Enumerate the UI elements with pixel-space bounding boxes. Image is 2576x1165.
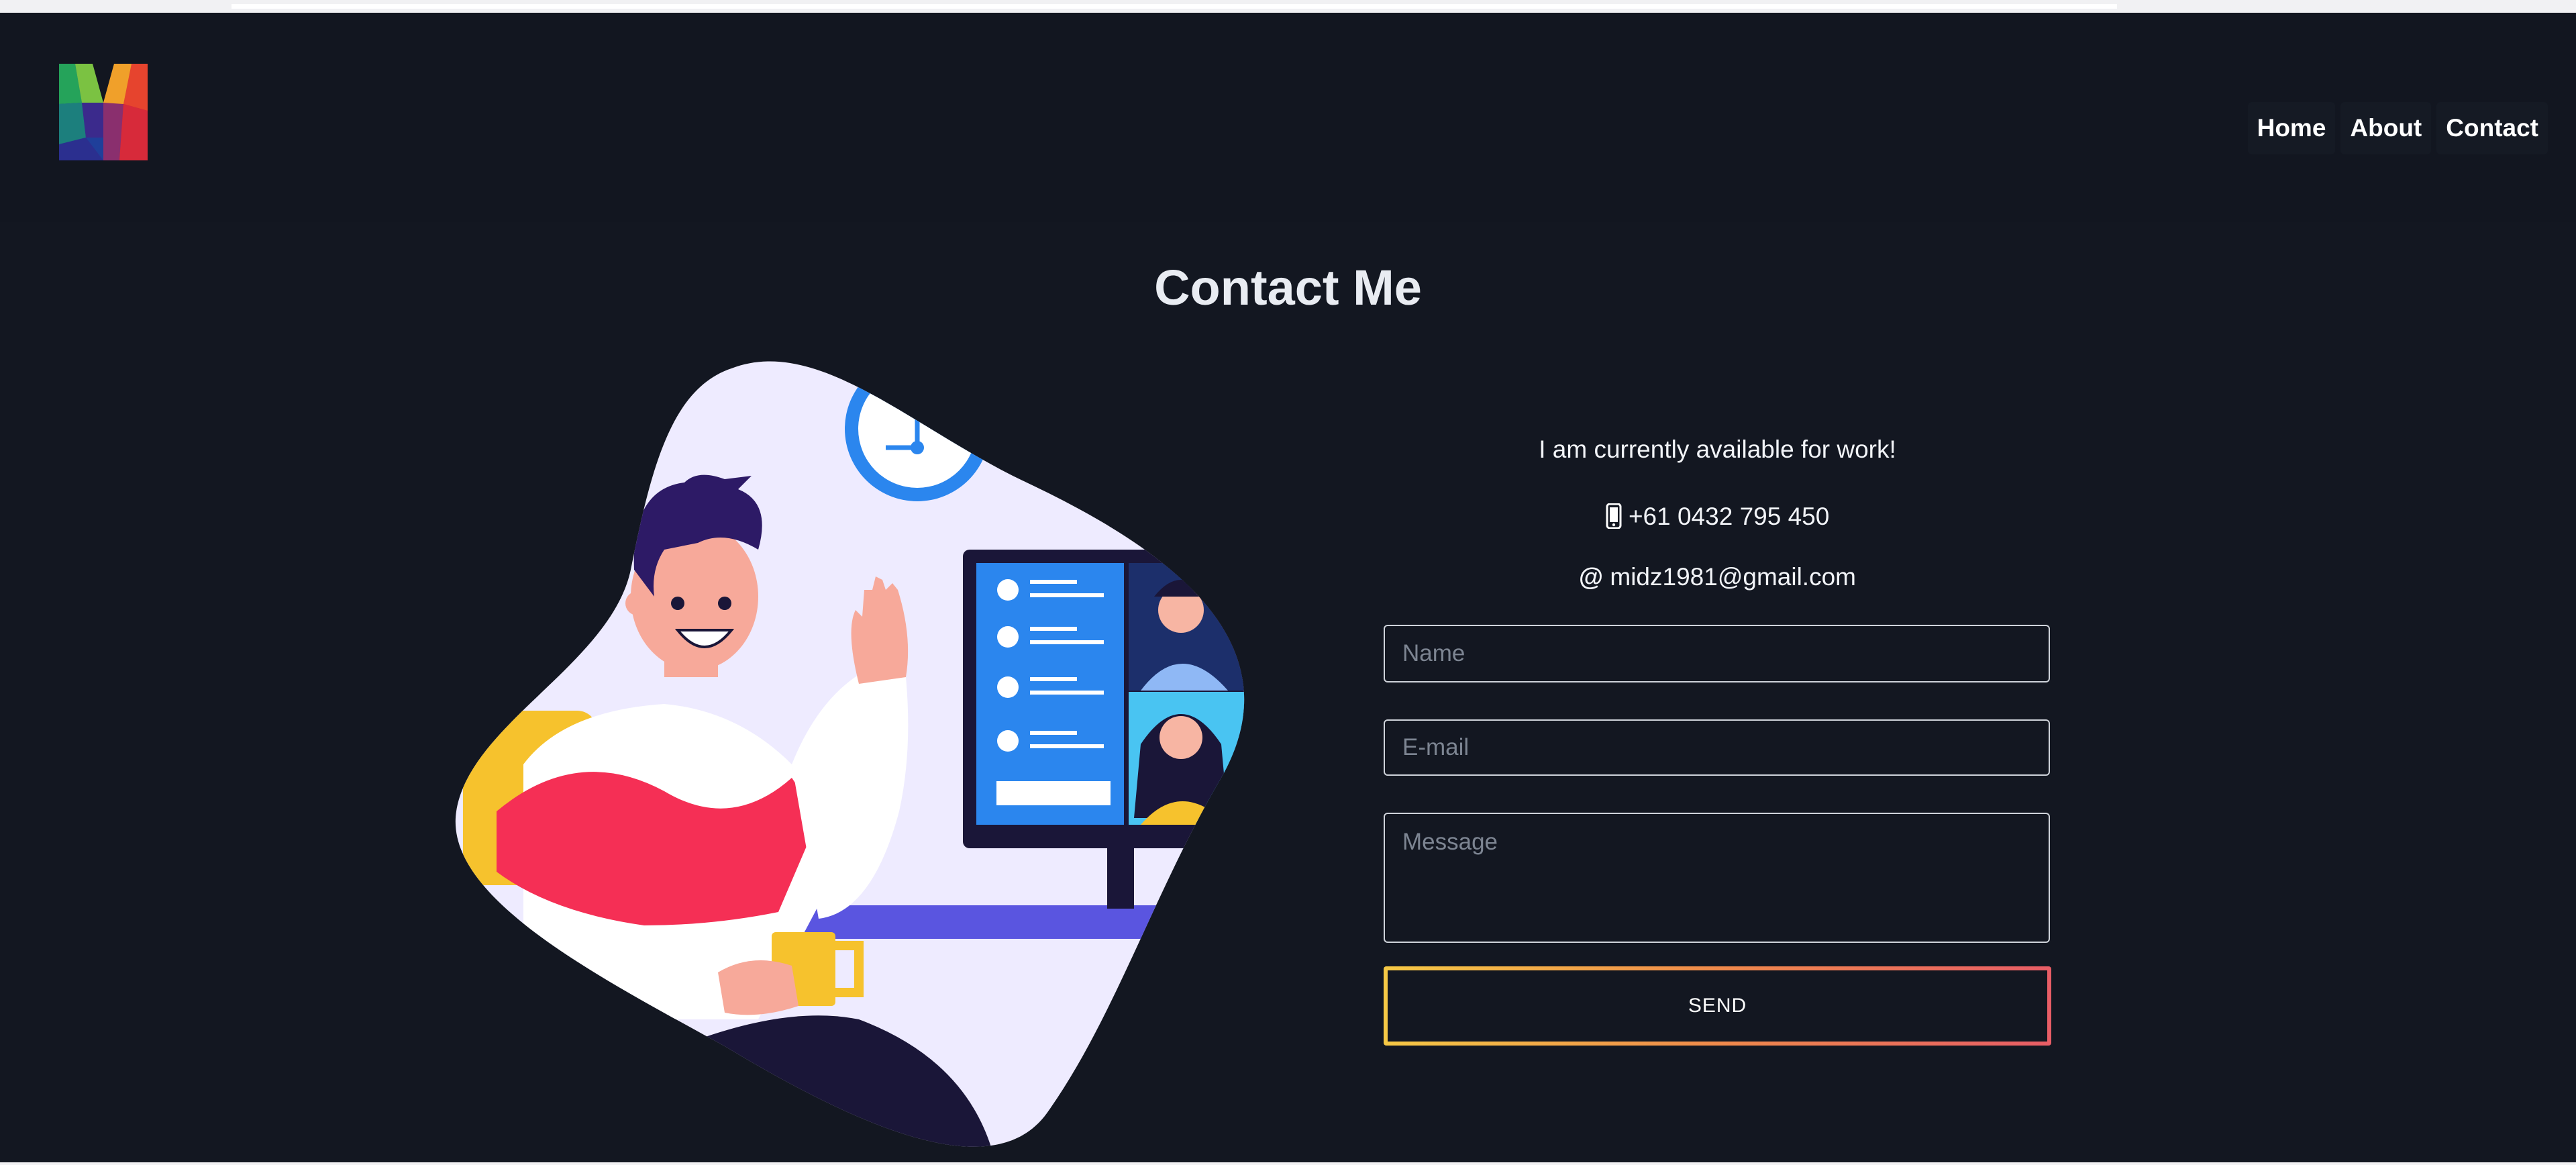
at-sign-icon: @ xyxy=(1579,563,1604,591)
logo-m-icon[interactable] xyxy=(59,64,148,160)
page-title: Contact Me xyxy=(1154,260,1422,315)
nav-home[interactable]: Home xyxy=(2247,102,2336,154)
browser-bottom-bar xyxy=(0,1162,2576,1165)
message-field[interactable] xyxy=(1384,813,2050,943)
availability-text: I am currently available for work! xyxy=(1539,436,1896,463)
phone-row: +61 0432 795 450 xyxy=(1384,503,2051,531)
browser-top-bar xyxy=(0,0,2576,13)
main-nav: Home About Contact xyxy=(2247,102,2548,154)
site-header: Home About Contact xyxy=(0,13,2576,222)
nav-about[interactable]: About xyxy=(2340,102,2432,154)
contact-illustration xyxy=(455,361,1245,1147)
contact-info: I am currently available for work! +61 0… xyxy=(1384,436,2051,597)
phone-number[interactable]: +61 0432 795 450 xyxy=(1629,503,1829,530)
send-button[interactable]: SEND xyxy=(1384,966,2051,1046)
page: Home About Contact Contact Me I am curre… xyxy=(0,13,2576,1162)
mobile-phone-icon xyxy=(1606,503,1622,529)
name-field[interactable] xyxy=(1384,625,2050,682)
nav-contact[interactable]: Contact xyxy=(2436,102,2548,154)
email-address[interactable]: midz1981@gmail.com xyxy=(1610,563,1856,591)
email-field[interactable] xyxy=(1384,719,2050,776)
browser-top-strip xyxy=(231,4,2117,9)
email-row: @ midz1981@gmail.com xyxy=(1384,563,2051,591)
